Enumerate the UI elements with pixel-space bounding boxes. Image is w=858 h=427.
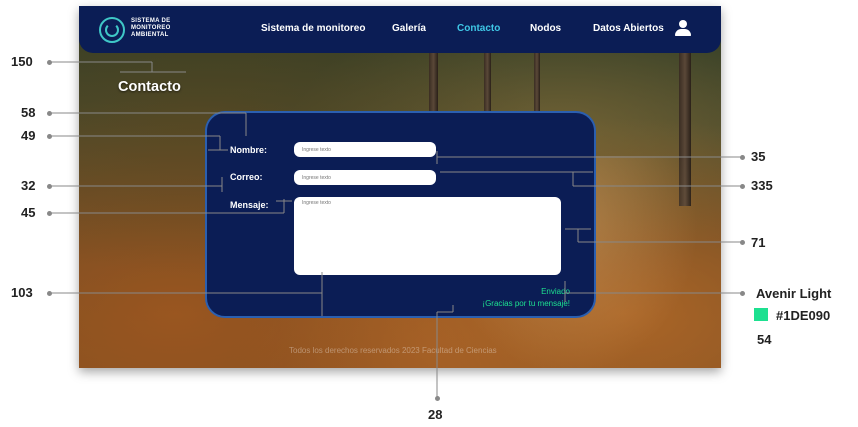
annotation-71: 71 — [751, 235, 766, 250]
color-swatch — [754, 308, 768, 321]
annotation-lines — [50, 61, 742, 398]
annotation-49: 49 — [21, 128, 36, 143]
annotation-335: 335 — [751, 178, 773, 193]
annotation-35: 35 — [751, 149, 766, 164]
annotation-dot — [740, 184, 745, 189]
annotation-103: 103 — [11, 285, 33, 300]
annotation-28: 28 — [428, 407, 443, 422]
annotation-150: 150 — [11, 54, 33, 69]
annotation-dot — [435, 396, 440, 401]
annotation-dot — [47, 134, 52, 139]
annotation-dot — [740, 240, 745, 245]
annotation-dot — [740, 291, 745, 296]
annotation-dot — [47, 184, 52, 189]
annotation-58: 58 — [21, 105, 36, 120]
annotation-45: 45 — [21, 205, 36, 220]
annotation-54: 54 — [757, 332, 772, 347]
annotation-32: 32 — [21, 178, 36, 193]
annotation-dot — [47, 211, 52, 216]
font-annotation: Avenir Light — [756, 286, 832, 301]
color-hex-label: #1DE090 — [776, 308, 831, 323]
annotation-dot — [47, 291, 52, 296]
annotation-dot — [47, 60, 52, 65]
design-spec-stage: SISTEMA DE MONITOREO AMBIENTAL Sistema d… — [0, 0, 858, 427]
annotation-dot — [47, 111, 52, 116]
annotation-dot — [740, 155, 745, 160]
